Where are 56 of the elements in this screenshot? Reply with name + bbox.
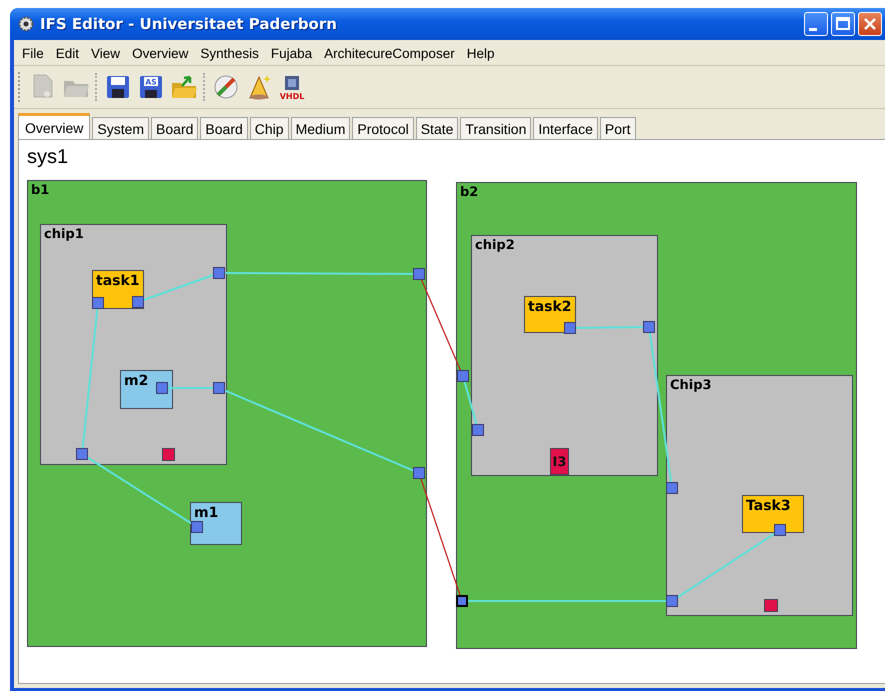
tab[interactable]: Transition [460, 117, 532, 139]
memory-label: m2 [124, 373, 148, 389]
tab[interactable]: Board [200, 117, 248, 139]
chip-label: chip2 [475, 238, 515, 253]
gear-icon [18, 16, 34, 32]
menu-item[interactable]: Edit [50, 46, 86, 61]
task-label: task2 [528, 299, 572, 315]
menu-item[interactable]: Fujaba [264, 46, 318, 61]
port-square [156, 382, 168, 394]
board-label: b2 [460, 185, 478, 200]
menu-item[interactable]: File [16, 46, 50, 61]
menu-item[interactable]: View [85, 46, 126, 61]
minimize-icon [809, 28, 817, 30]
port-square [213, 267, 225, 279]
memory-label: m1 [194, 505, 218, 521]
task-label: Task3 [746, 498, 791, 514]
interface-square: I3 [550, 448, 569, 475]
menu-item[interactable]: Overview [126, 46, 194, 61]
port-square [413, 268, 425, 280]
chip-label: chip1 [44, 227, 84, 242]
diagram-title: sys1 [26, 145, 68, 170]
window-title: IFS Editor - Universitaet Paderborn [40, 15, 338, 33]
minimize-button[interactable] [804, 12, 828, 36]
port-square [213, 382, 225, 394]
port-square [472, 424, 484, 436]
port-square [666, 482, 678, 494]
chip-label: Chip3 [670, 378, 712, 393]
maximize-button[interactable] [831, 12, 855, 36]
menu-item[interactable]: Help [460, 46, 500, 61]
port-square [92, 297, 104, 309]
port-square [457, 370, 469, 382]
tab[interactable]: Overview [18, 113, 90, 139]
tab[interactable]: Board [151, 117, 198, 139]
tab[interactable]: System [92, 117, 150, 139]
port-square [191, 521, 203, 533]
port-square [456, 595, 468, 607]
port-square [643, 321, 655, 333]
close-button[interactable] [858, 12, 882, 36]
menu-item[interactable]: ArchitecureComposer [318, 46, 461, 61]
board-label: b1 [31, 183, 50, 198]
port-square [774, 524, 786, 536]
tab[interactable]: Port [600, 117, 636, 139]
port-square [666, 595, 678, 607]
task-label: task1 [96, 273, 140, 289]
interface-square [764, 599, 778, 612]
tab[interactable]: Chip [250, 117, 289, 139]
tab[interactable]: State [416, 117, 458, 139]
port-square [76, 448, 88, 460]
menu-item[interactable]: Synthesis [194, 46, 265, 61]
tab[interactable]: Medium [290, 117, 350, 139]
port-square [132, 296, 144, 308]
tab[interactable]: Interface [533, 117, 598, 139]
tab[interactable]: Protocol [352, 117, 414, 139]
port-square [413, 467, 425, 479]
port-square [564, 322, 576, 334]
interface-square [162, 448, 175, 461]
